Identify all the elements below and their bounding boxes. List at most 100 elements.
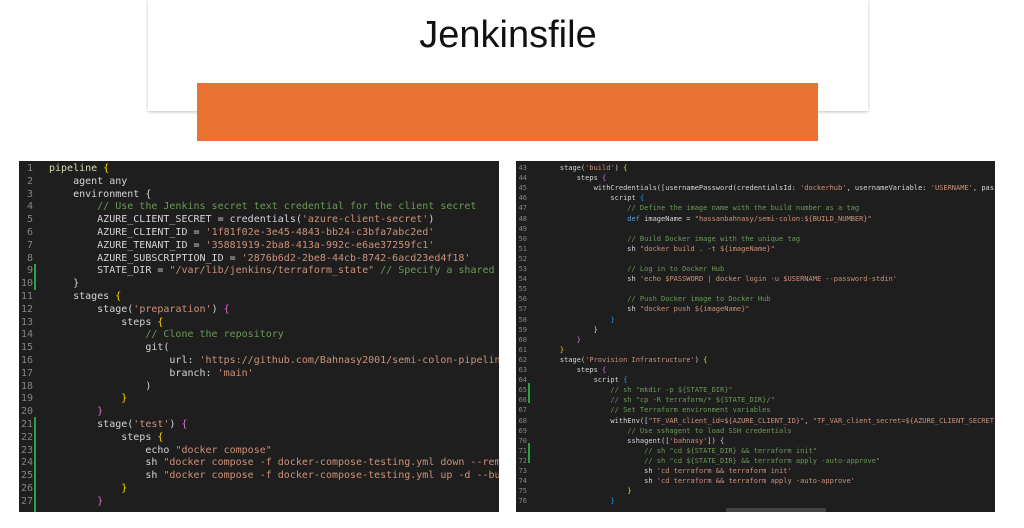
code-line[interactable]: 69 // Use sshagent to load SSH credentia…	[516, 426, 995, 436]
code-line[interactable]: 24 sh "docker compose -f docker-compose-…	[19, 457, 499, 470]
code-line[interactable]: 9 STATE_DIR = "/var/lib/jenkins/terrafor…	[19, 265, 499, 278]
code-line[interactable]: 62 stage('Provision Infrastructure') {	[516, 355, 995, 365]
code-line[interactable]: 58 }	[516, 315, 995, 325]
code-line[interactable]: 74 sh 'cd terraform && terraform apply -…	[516, 476, 995, 486]
code-line[interactable]: 59 }	[516, 325, 995, 335]
code-line[interactable]: 5 AZURE_CLIENT_SECRET = credentials('azu…	[19, 214, 499, 227]
code-line[interactable]: 50 // Build Docker image with the unique…	[516, 234, 995, 244]
code-line[interactable]: 76 }	[516, 496, 995, 506]
horizontal-scrollbar[interactable]	[726, 508, 826, 512]
code-text: // Clone the repository	[49, 329, 283, 342]
code-line[interactable]: 47 // Define the image name with the bui…	[516, 203, 995, 213]
code-text: stage('build') {	[543, 163, 627, 173]
code-line[interactable]: 67 // Set Terraform environment variable…	[516, 405, 995, 415]
code-line[interactable]: 48 def imageName = "hassanbahnasy/semi-c…	[516, 214, 995, 224]
code-token: stage(	[49, 303, 134, 315]
line-number: 14	[20, 329, 33, 341]
code-text: stage('preparation') {	[49, 304, 230, 317]
code-token: , passwordVariable:	[972, 184, 995, 193]
code-editor-right[interactable]: 43 stage('build') {44 steps {45 withCred…	[516, 161, 995, 512]
code-line[interactable]: 52	[516, 254, 995, 264]
code-line[interactable]: 46 script {	[516, 193, 995, 203]
line-number: 17	[20, 367, 33, 379]
code-line[interactable]: 10 }	[19, 278, 499, 291]
code-line[interactable]: 16 url: 'https://github.com/Bahnasy2001/…	[19, 355, 499, 368]
code-line[interactable]: 19 }	[19, 393, 499, 406]
code-line[interactable]: 60 }	[516, 335, 995, 345]
code-token: {	[115, 291, 122, 302]
code-token: 'Provision Infrastructure'	[585, 355, 695, 364]
code-token: "hassanbahnasy/semi-colon:${BUILD_NUMBER…	[694, 214, 872, 223]
code-text: // Set Terraform environment variables	[543, 405, 770, 415]
code-line[interactable]: 2 agent any	[19, 176, 499, 189]
code-line[interactable]: 64 script {	[516, 375, 995, 385]
code-line[interactable]: 7 AZURE_TENANT_ID = '35881919-2ba8-413a-…	[19, 240, 499, 253]
line-number: 57	[518, 305, 527, 314]
code-line[interactable]: 61 }	[516, 345, 995, 355]
code-line[interactable]: 56 // Push Docker image to Docker Hub	[516, 294, 995, 304]
code-token: 'cd terraform && terraform apply -auto-a…	[656, 477, 855, 486]
code-line[interactable]: 75 }	[516, 486, 995, 496]
code-line[interactable]: 49	[516, 224, 995, 234]
code-text: url: 'https://github.com/Bahnasy2001/sem…	[49, 355, 499, 368]
code-line[interactable]: 70 sshagent(['bahnasy']) {	[516, 436, 995, 446]
code-line[interactable]: 3 environment {	[19, 189, 499, 202]
code-text: }	[543, 325, 598, 335]
code-line[interactable]: 21 stage('test') {	[19, 419, 499, 432]
code-token: , usernameVariable:	[846, 184, 931, 193]
code-line[interactable]: 26 }	[19, 483, 499, 496]
code-line[interactable]: 43 stage('build') {	[516, 163, 995, 173]
code-text: }	[49, 496, 103, 509]
code-line[interactable]: 27 }	[19, 496, 499, 509]
code-line[interactable]: 68 withEnv(["TF_VAR_client_id=${AZURE_CL…	[516, 416, 995, 426]
code-line[interactable]: 55	[516, 284, 995, 294]
code-text: STATE_DIR = "/var/lib/jenkins/terraform_…	[49, 265, 499, 278]
code-line[interactable]: 63 steps {	[516, 365, 995, 375]
code-line[interactable]: 65 // sh "mkdir -p ${STATE_DIR}"	[516, 385, 995, 395]
line-number: 65	[518, 386, 527, 395]
accent-bar	[197, 83, 818, 141]
code-text: sh 'cd terraform && terraform apply -aut…	[543, 476, 855, 486]
code-token: branch:	[49, 367, 218, 379]
code-editor-left[interactable]: 1 pipeline {2 agent any 3 environment {4 /…	[19, 161, 499, 512]
code-line[interactable]: 4 // Use the Jenkins secret text credent…	[19, 201, 499, 214]
code-line[interactable]: 23 echo "docker compose"	[19, 445, 499, 458]
code-token: sshagent([	[543, 436, 670, 445]
code-line[interactable]: 25 sh "docker compose -f docker-compose-…	[19, 470, 499, 483]
code-line[interactable]: 6 AZURE_CLIENT_ID = '1f81f02e-3e45-4843-…	[19, 227, 499, 240]
code-line[interactable]: 1 pipeline {	[19, 163, 499, 176]
code-text: // sh "cd ${STATE_DIR} && terraform appl…	[543, 456, 880, 466]
code-text: branch: 'main'	[49, 367, 253, 381]
code-line[interactable]: 72 // sh "cd ${STATE_DIR} && terraform a…	[516, 456, 995, 466]
code-token: }	[49, 406, 104, 418]
code-line[interactable]: 71 // sh "cd ${STATE_DIR} && terraform i…	[516, 446, 995, 456]
line-number: 26	[20, 483, 33, 494]
code-line[interactable]: 15 git(	[19, 342, 499, 355]
line-number: 5	[26, 214, 33, 226]
code-line[interactable]: 22 steps {	[19, 432, 499, 445]
code-line[interactable]: 20 }	[19, 406, 499, 419]
line-number: 4	[26, 201, 33, 213]
code-line[interactable]: 18 )	[19, 381, 499, 394]
line-number: 15	[20, 342, 33, 354]
code-text: steps {	[49, 317, 163, 330]
code-token: withEnv([	[543, 416, 649, 425]
code-line[interactable]: 45 withCredentials([usernamePassword(cre…	[516, 183, 995, 193]
code-line[interactable]: 13 steps {	[19, 317, 499, 330]
code-line[interactable]: 12 stage('preparation') {	[19, 304, 499, 317]
code-line[interactable]: 14 // Clone the repository	[19, 329, 499, 342]
code-line[interactable]: 8 AZURE_SUBSCRIPTION_ID = '2876b6d2-2be8…	[19, 253, 499, 266]
code-token: }	[543, 345, 565, 354]
code-line[interactable]: 51 sh "docker build . -t ${imageName}"	[516, 244, 995, 254]
code-line[interactable]: 57 sh "docker push ${imageName}"	[516, 304, 995, 314]
code-line[interactable]: 11 stages {	[19, 291, 499, 304]
code-line[interactable]: 54 sh 'echo $PASSWORD | docker login -u …	[516, 274, 995, 284]
code-line[interactable]: 53 // Log in to Docker Hub	[516, 264, 995, 274]
code-line[interactable]: 66 // sh "cp -R terraform/* ${STATE_DIR}…	[516, 395, 995, 405]
line-number: 24	[20, 457, 33, 469]
code-line[interactable]: 44 steps {	[516, 173, 995, 183]
code-text: sshagent(['bahnasy']) {	[543, 436, 724, 446]
code-token: }	[49, 483, 128, 494]
code-line[interactable]: 73 sh 'cd terraform && terraform init'	[516, 466, 995, 476]
code-line[interactable]: 17 branch: 'main'	[19, 368, 499, 381]
